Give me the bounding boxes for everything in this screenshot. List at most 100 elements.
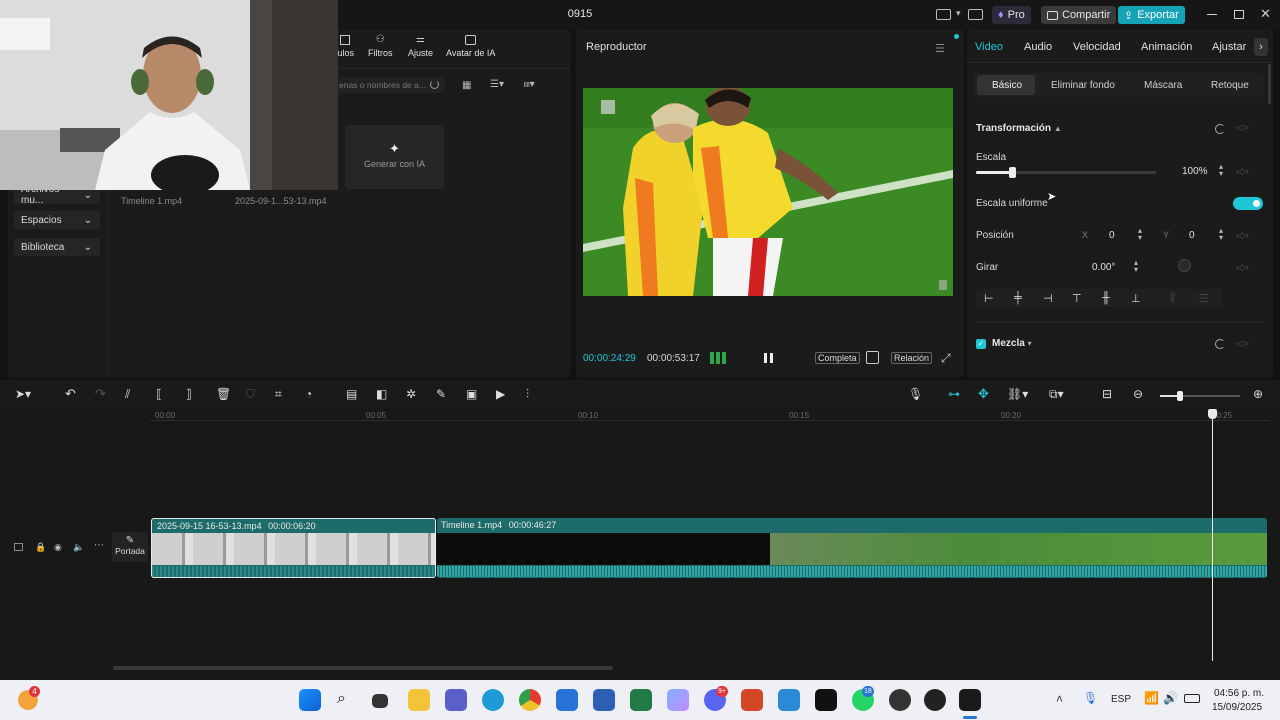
battery-icon[interactable] (1184, 694, 1200, 703)
task-view-icon[interactable] (372, 694, 388, 708)
section-transform[interactable]: Transformación ▲ (976, 123, 1062, 134)
subtab-basic[interactable]: Básico (992, 80, 1022, 91)
sort-icon[interactable]: ☰▾ (490, 79, 504, 90)
microphone-icon[interactable]: 🎙 (1083, 691, 1098, 705)
magic-wand-icon[interactable]: ✎ (436, 387, 446, 401)
preview-axis-icon[interactable]: ⧉▾ (1049, 387, 1064, 402)
tab-animation[interactable]: Animación (1141, 41, 1192, 53)
audio-split-icon[interactable]: ⫶ (526, 387, 529, 402)
eye-icon[interactable]: ◉ (54, 542, 62, 553)
stepper-icon[interactable]: ▴ ▾ (1219, 163, 1223, 178)
chevron-right-icon[interactable]: › (1254, 38, 1268, 56)
tab-adjust[interactable]: ⚌ Ajuste (408, 35, 433, 59)
tab-audio[interactable]: Audio (1024, 41, 1052, 53)
tab-ai-avatar[interactable]: Avatar de IA (446, 35, 495, 58)
text-to-clip-icon[interactable]: ▤ (346, 387, 357, 401)
reset-icon[interactable] (1215, 339, 1225, 349)
align-middle-v-icon[interactable]: ╫ (1102, 292, 1110, 304)
teams-icon[interactable] (445, 689, 467, 711)
snapshot-icon[interactable] (866, 351, 879, 364)
volume-icon[interactable]: 🔊 (1163, 691, 1178, 705)
distribute-h-icon[interactable]: ⫼ (1170, 292, 1175, 305)
playhead-handle[interactable] (1208, 409, 1217, 419)
timeline-clip[interactable]: Timeline 1.mp4 00:00:46:27 (437, 518, 1267, 578)
search-input[interactable]: enas o nombres de a... (335, 77, 445, 93)
select-tool-icon[interactable]: ➤▾ (15, 387, 31, 401)
undo-icon[interactable]: ↶ (65, 386, 76, 402)
stepper-icon[interactable]: ▴ ▾ (1134, 259, 1138, 274)
keyboard-icon[interactable] (968, 9, 983, 20)
sidebar-item-spaces[interactable]: Espacios ⌄ (14, 211, 100, 229)
layout-icon[interactable] (936, 9, 951, 20)
microphone-icon[interactable]: 🎙 (908, 387, 923, 401)
crop-icon[interactable]: ⌗ (275, 387, 282, 402)
fullscreen-icon[interactable]: ⤢ (941, 351, 951, 366)
tab-filters[interactable]: ⚇ Filtros (368, 35, 393, 59)
blend-section[interactable]: Mezcla ▾ (992, 338, 1032, 349)
search-icon[interactable]: ⌕ (337, 690, 346, 708)
rotate-dial-icon[interactable] (1178, 259, 1191, 272)
full-quality-button[interactable]: Completa (815, 352, 860, 364)
keyframe-icon[interactable]: ‹◇› (1236, 262, 1249, 273)
zoom-out-icon[interactable]: ⊖ (1133, 387, 1143, 401)
split-icon[interactable]: ⫽ (125, 387, 130, 402)
clock-time[interactable]: 04:56 p. m. (1214, 688, 1264, 699)
props-scrollbar[interactable] (1268, 64, 1271, 104)
link-icon[interactable]: ⛓▾ (1007, 387, 1028, 401)
pen-app-icon[interactable] (778, 689, 800, 711)
chevron-down-icon[interactable]: ▾ (956, 8, 961, 19)
chrome-icon[interactable] (519, 689, 541, 711)
caption-icon[interactable]: ⊟ (1102, 387, 1112, 401)
media-file-label[interactable]: 2025-09-1...53-13.mp4 (235, 196, 327, 206)
powerpoint-icon[interactable] (741, 689, 763, 711)
notion-icon[interactable] (815, 689, 837, 711)
scale-slider[interactable] (976, 167, 1156, 178)
zoom-slider[interactable] (1160, 391, 1240, 401)
scale-slider-handle[interactable] (1009, 167, 1016, 178)
media-player-icon[interactable] (924, 689, 946, 711)
media-file-label[interactable]: Timeline 1.mp4 (121, 196, 182, 206)
mirror-icon[interactable]: ◧ (376, 387, 387, 401)
split-left-icon[interactable]: ⟦ (156, 387, 162, 401)
clock-date[interactable]: 15/09/2025 (1212, 702, 1262, 713)
scale-value[interactable]: 100% (1182, 166, 1208, 177)
video-preview[interactable] (583, 88, 953, 296)
obs-icon[interactable] (889, 689, 911, 711)
refresh-icon[interactable] (430, 80, 439, 89)
playhead[interactable] (1212, 409, 1213, 661)
word-icon[interactable] (593, 689, 615, 711)
sidebar-item-library[interactable]: Biblioteca ⌄ (14, 238, 100, 256)
copilot-icon[interactable] (667, 689, 689, 711)
capcut-icon[interactable] (959, 689, 981, 711)
keyframe-icon[interactable]: ‹◇› (1236, 230, 1249, 241)
stepper-icon[interactable]: ▴ ▾ (1219, 227, 1223, 242)
pos-x-input[interactable]: 0 (1109, 230, 1115, 241)
tab-video[interactable]: Video (975, 41, 1003, 53)
keyframe-icon[interactable]: ‹◇› (1236, 166, 1249, 177)
shield-icon[interactable]: ⛉ (246, 387, 255, 402)
magnet-icon[interactable]: ⊶ (948, 387, 960, 401)
tab-adjust[interactable]: Ajustar (1212, 41, 1246, 53)
filter-icon[interactable]: ⩎▾ (524, 79, 535, 90)
speed-icon[interactable]: ◔ (305, 387, 312, 401)
reset-icon[interactable] (1215, 124, 1225, 134)
track-preview-icon[interactable] (14, 543, 23, 551)
blend-checkbox[interactable]: ✓ (976, 339, 986, 349)
split-right-icon[interactable]: ⟧ (186, 387, 192, 401)
more-icon[interactable]: ⋯ (94, 540, 104, 551)
ratio-button[interactable]: Relación (891, 352, 933, 364)
subtab-retouch[interactable]: Retoque (1211, 80, 1249, 91)
pause-icon[interactable] (764, 353, 773, 363)
align-left-icon[interactable]: ⊢ (984, 292, 994, 305)
keyframe-icon[interactable]: ‹◇› (1236, 338, 1249, 349)
volume-icon[interactable]: 🔈 (73, 542, 84, 553)
file-explorer-icon[interactable] (408, 689, 430, 711)
tab-speed[interactable]: Velocidad (1073, 41, 1121, 53)
align-center-h-icon[interactable]: ╪ (1014, 292, 1022, 304)
close-icon[interactable]: ✕ (1260, 6, 1271, 22)
grid-view-icon[interactable]: ▦ (462, 80, 471, 91)
edge-icon[interactable] (482, 689, 504, 711)
hd-icon[interactable]: ▣ (466, 387, 477, 401)
excel-icon[interactable] (630, 689, 652, 711)
store-icon[interactable] (556, 689, 578, 711)
